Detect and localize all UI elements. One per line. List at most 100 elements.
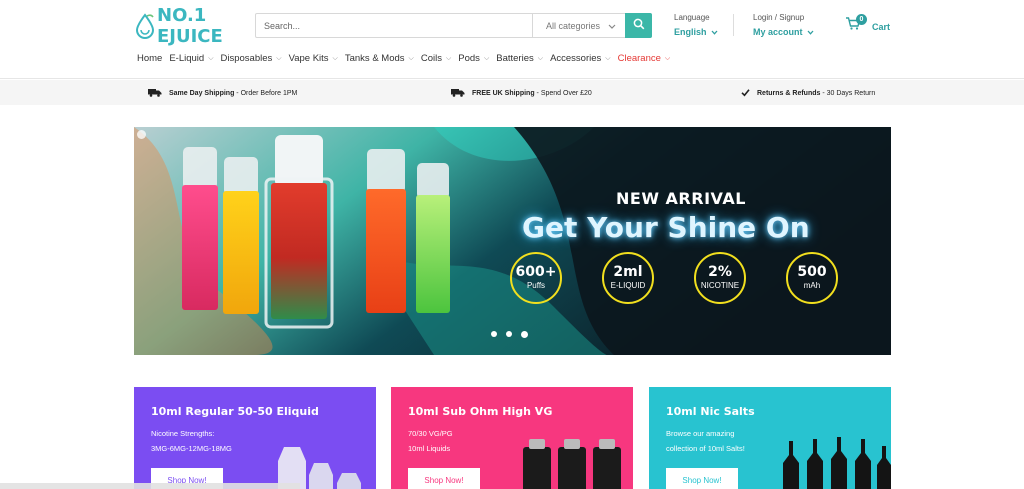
nav-label: Tanks & Mods (344, 53, 405, 64)
slider-dot[interactable] (506, 331, 512, 337)
chevron-down-icon: ⌵ (664, 54, 671, 62)
my-account-link: My account (753, 27, 803, 37)
shop-now-button[interactable]: Shop Now! (408, 468, 480, 489)
promo-card-regular[interactable]: 10ml Regular 50-50 Eliquid Nicotine Stre… (134, 387, 376, 489)
promo-card-nic-salts[interactable]: 10ml Nic Salts Browse our amazing collec… (649, 387, 891, 489)
badge-value: 2ml (613, 264, 643, 280)
category-select-value: All categories (546, 20, 601, 31)
cart-button[interactable]: 0 Cart (845, 14, 891, 36)
info-text: FREE UK Shipping - Spend Over £20 (472, 90, 592, 97)
nav-clearance[interactable]: Clearance ⌵ (618, 53, 671, 64)
cart-label: Cart (872, 22, 891, 32)
account-value-wrap: My account (753, 27, 814, 37)
bottles-image (783, 437, 891, 489)
login-signup-label: Login / Signup (753, 13, 805, 22)
feature-badge: 2% NICOTINE (694, 252, 746, 304)
hero-headline: Get Your Shine On (522, 211, 810, 244)
header-divider (733, 14, 734, 36)
site-header: NO.1 EJUICE All categories Language Engl… (0, 0, 1024, 78)
info-text: Same Day Shipping - Order Before 1PM (169, 90, 297, 97)
search-bar: All categories (255, 13, 652, 38)
bottles-image (523, 439, 621, 489)
shipping-info-bar: Same Day Shipping - Order Before 1PM FRE… (0, 80, 1024, 105)
chevron-down-icon (711, 27, 718, 37)
slider-dots (491, 330, 528, 338)
chevron-down-icon: ⌵ (332, 54, 338, 62)
nav-label: Disposables (220, 53, 273, 64)
slideshow-pause-button[interactable] (137, 130, 146, 139)
search-icon (633, 17, 645, 35)
search-button[interactable] (625, 13, 652, 38)
info-text: Returns & Refunds - 30 Days Return (757, 90, 875, 97)
language-selector[interactable]: Language English (674, 13, 718, 37)
browser-status-bar (0, 483, 300, 489)
card-title: 10ml Regular 50-50 Eliquid (151, 405, 319, 418)
nav-label: Pods (458, 53, 480, 64)
badge-value: 500 (797, 264, 827, 280)
nav-label: Accessories (550, 53, 602, 64)
badge-label: E-LIQUID (610, 281, 646, 290)
nav-label: Home (137, 53, 163, 64)
chevron-down-icon: ⌵ (445, 54, 452, 62)
slider-dot-active[interactable] (521, 330, 528, 338)
feature-badge: 500 mAh (786, 252, 838, 304)
badge-value: 600+ (515, 264, 557, 280)
card-line: Nicotine Strengths: (151, 429, 215, 438)
account-menu[interactable]: Login / Signup My account (753, 13, 814, 37)
slider-dot[interactable] (491, 331, 497, 337)
badge-label: Puffs (526, 281, 546, 290)
nav-pods[interactable]: Pods ⌵ (458, 53, 489, 64)
check-icon (741, 88, 750, 99)
info-rest: - Order Before 1PM (234, 90, 298, 97)
nav-label: Batteries (496, 53, 534, 64)
card-line: 3MG-6MG-12MG-18MG (151, 444, 232, 453)
truck-icon (451, 88, 465, 99)
hero-kicker: NEW ARRIVAL (616, 189, 746, 208)
bottles-image (278, 447, 361, 489)
chevron-down-icon (807, 27, 814, 37)
info-rest: - 30 Days Return (820, 90, 876, 97)
nav-vape-kits[interactable]: Vape Kits ⌵ (289, 53, 338, 64)
hero-banner[interactable]: NEW ARRIVAL Get Your Shine On 600+ Puffs… (134, 127, 891, 355)
promo-card-sub-ohm[interactable]: 10ml Sub Ohm High VG 70/30 VG/PG 10ml Li… (391, 387, 633, 489)
category-select[interactable]: All categories (532, 14, 625, 37)
info-bold: FREE UK Shipping (472, 90, 535, 97)
logo[interactable]: NO.1 EJUICE (134, 5, 238, 47)
card-line: Browse our amazing (666, 429, 735, 438)
info-bold: Same Day Shipping (169, 90, 235, 97)
nav-e-liquid[interactable]: E-Liquid ⌵ (169, 53, 213, 64)
truck-icon (148, 88, 162, 99)
nav-home[interactable]: Home (137, 53, 162, 64)
badge-value: 2% (708, 264, 732, 280)
shop-now-button[interactable]: Shop Now! (666, 468, 738, 489)
language-label: Language (674, 13, 710, 22)
nav-disposables[interactable]: Disposables ⌵ (221, 53, 282, 64)
chevron-down-icon: ⌵ (605, 54, 611, 62)
feature-badge: 600+ Puffs (510, 252, 562, 304)
nav-batteries[interactable]: Batteries ⌵ (496, 53, 543, 64)
chevron-down-icon: ⌵ (537, 54, 544, 62)
info-rest: - Spend Over £20 (534, 90, 592, 97)
card-title: 10ml Nic Salts (666, 405, 755, 418)
info-free-uk-shipping: FREE UK Shipping - Spend Over £20 (451, 88, 592, 99)
card-line: collection of 10ml Salts! (666, 444, 745, 453)
badge-label: NICOTINE (700, 281, 740, 290)
nav-accessories[interactable]: Accessories ⌵ (550, 53, 611, 64)
card-line: 70/30 VG/PG (408, 429, 453, 438)
card-title: 10ml Sub Ohm High VG (408, 405, 553, 418)
nav-tanks-mods[interactable]: Tanks & Mods ⌵ (345, 53, 414, 64)
search-input[interactable] (256, 14, 532, 37)
chevron-down-icon: ⌵ (408, 54, 414, 62)
nav-label: Coils (420, 53, 442, 64)
language-value-wrap: English (674, 27, 718, 37)
badge-label: mAh (803, 281, 821, 290)
card-line: 10ml Liquids (408, 444, 451, 453)
chevron-down-icon: ⌵ (276, 54, 282, 62)
nav-coils[interactable]: Coils ⌵ (421, 53, 451, 64)
logo-text: NO.1 EJUICE (157, 5, 223, 47)
language-value: English (674, 27, 707, 37)
chevron-down-icon (608, 21, 616, 31)
info-bold: Returns & Refunds (757, 90, 821, 97)
chevron-down-icon: ⌵ (208, 54, 214, 62)
chevron-down-icon: ⌵ (483, 54, 490, 62)
